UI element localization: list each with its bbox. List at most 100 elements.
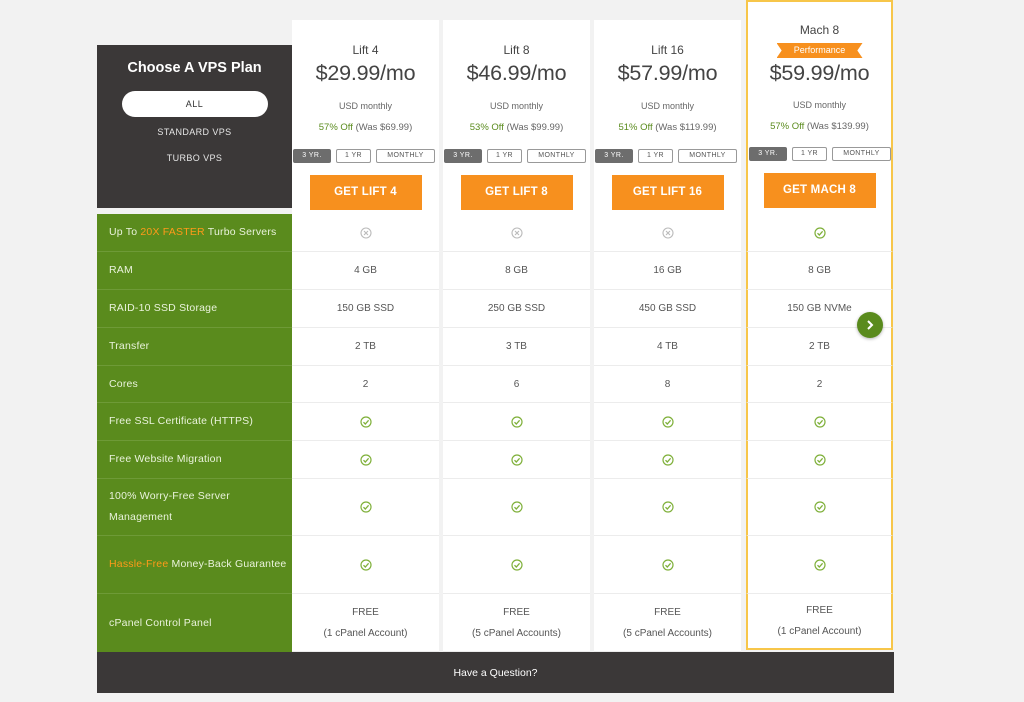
cell-text: 150 GB NVMe [787, 303, 852, 314]
term-1yr-button[interactable]: 1 YR [792, 147, 827, 161]
plan-price: $59.99/mo [769, 61, 870, 85]
get-plan-button[interactable]: GET LIFT 4 [309, 175, 422, 210]
get-plan-button[interactable]: GET LIFT 16 [611, 175, 724, 210]
plan-period: USD monthly [338, 101, 392, 111]
plan-card-lift-8: Lift 8 $46.99/mo USD monthly 53% Off (Wa… [443, 20, 590, 214]
filter-standard-vps[interactable]: STANDARD VPS [97, 127, 292, 137]
question-text[interactable]: Have a Question? [453, 667, 537, 679]
cell-text: 150 GB SSD [336, 303, 395, 314]
plan-value-cell: 16 GB [594, 252, 741, 290]
get-plan-button[interactable]: GET LIFT 8 [460, 175, 573, 210]
plan-value-cell: 8 GB [443, 252, 590, 290]
cell-text: 3 TB [506, 341, 527, 352]
check-icon [813, 558, 826, 571]
cell-text: 6 [513, 378, 520, 390]
cell-text: 8 GB [808, 265, 831, 276]
plan-value-cell: 4 GB [292, 252, 439, 290]
get-plan-button[interactable]: GET MACH 8 [763, 173, 876, 208]
feature-label: 100% Worry-Free Server Management [97, 479, 292, 536]
feature-label: RAM [97, 252, 292, 290]
feature-label: Hassle-Free Money-Back Guarantee [97, 536, 292, 594]
plan-chooser-header: Choose A VPS Plan ALL STANDARD VPS TURBO… [97, 45, 292, 208]
plan-value-cell [292, 479, 439, 536]
cell-text: 2 [816, 378, 823, 390]
plan-value-cell: 4 TB [594, 328, 741, 366]
check-icon [813, 453, 826, 466]
plan-value-cell [443, 214, 590, 252]
plan-value-cell [746, 403, 893, 441]
check-icon [359, 558, 372, 571]
feature-label: RAID-10 SSD Storage [97, 290, 292, 328]
plan-value-cell [594, 479, 741, 536]
term-3yr-button[interactable]: 3 YR. [444, 149, 482, 163]
plan-value-cell [443, 536, 590, 594]
next-arrow-button[interactable] [857, 312, 883, 338]
cell-text: FREE [654, 606, 681, 618]
plan-value-cell: 8 [594, 366, 741, 403]
cell-text: FREE [352, 606, 379, 618]
term-1yr-button[interactable]: 1 YR [487, 149, 522, 163]
check-icon [510, 558, 523, 571]
check-icon [813, 415, 826, 428]
term-3yr-button[interactable]: 3 YR. [595, 149, 633, 163]
check-icon [510, 415, 523, 428]
plan-value-cell: 3 TB [443, 328, 590, 366]
plan-name: Mach 8 [799, 23, 840, 37]
plan-value-cell: 2 [292, 366, 439, 403]
plan-name: Lift 16 [651, 43, 684, 57]
question-bar[interactable]: Have a Question? [97, 652, 894, 693]
feature-label: cPanel Control Panel [109, 616, 212, 629]
plan-discount: 57% Off (Was $69.99) [318, 122, 413, 133]
plan-value-cell: 8 GB [746, 252, 893, 290]
plan-value-cell: 2 TB [292, 328, 439, 366]
term-3yr-button[interactable]: 3 YR. [293, 149, 331, 163]
x-icon [359, 226, 372, 239]
feature-label: Cores [97, 366, 292, 403]
term-3yr-button[interactable]: 3 YR. [749, 147, 787, 161]
feature-column: Up To 20X FASTER Turbo Servers RAM RAID-10… [97, 214, 292, 652]
filter-all-button[interactable]: ALL [121, 91, 268, 117]
x-icon [661, 226, 674, 239]
cell-text: FREE [806, 605, 833, 616]
filter-turbo-vps[interactable]: TURBO VPS [97, 153, 292, 163]
cell-text: (5 cPanel Accounts) [623, 627, 712, 639]
cell-text: 450 GB SSD [638, 303, 697, 314]
plan-value-cell: 6 [443, 366, 590, 403]
term-monthly-button[interactable]: MONTHLY [832, 147, 891, 161]
term-monthly-button[interactable]: MONTHLY [527, 149, 586, 163]
plan-value-cell [594, 403, 741, 441]
cell-text: 8 GB [505, 265, 528, 276]
check-icon [510, 501, 523, 513]
plan-period: USD monthly [489, 101, 543, 111]
plan-price: $57.99/mo [617, 61, 718, 85]
plan-value-cell [443, 441, 590, 479]
term-selector: 3 YR. 1 YR MONTHLY [748, 147, 891, 161]
cell-text: 4 TB [657, 341, 678, 352]
plan-name: Lift 8 [503, 43, 530, 57]
feature-label: Free Website Migration [97, 441, 292, 479]
plan-value-cell [594, 214, 741, 252]
plan-name: Lift 4 [352, 43, 379, 57]
term-monthly-button[interactable]: MONTHLY [376, 149, 435, 163]
term-1yr-button[interactable]: 1 YR [336, 149, 371, 163]
cell-text: 2 [362, 378, 369, 390]
cell-text: 2 TB [355, 341, 376, 352]
plan-value-cell: 250 GB SSD [443, 290, 590, 328]
plan-value-cell: FREE (1 cPanel Account) [746, 594, 893, 650]
chevron-right-icon [867, 320, 874, 330]
check-icon [661, 501, 674, 513]
plan-value-cell: FREE (5 cPanel Accounts) [443, 594, 590, 652]
plan-value-cell [443, 479, 590, 536]
feature-label: Up To 20X FASTER Turbo Servers [97, 214, 292, 252]
check-icon [359, 415, 372, 428]
plan-price: $29.99/mo [315, 61, 416, 85]
plan-value-cell [292, 214, 439, 252]
cell-text: 4 GB [354, 265, 377, 276]
plan-value-cell [443, 403, 590, 441]
term-monthly-button[interactable]: MONTHLY [678, 149, 737, 163]
plan-value-cell [292, 403, 439, 441]
term-1yr-button[interactable]: 1 YR [638, 149, 673, 163]
term-selector: 3 YR. 1 YR MONTHLY [594, 149, 741, 163]
cell-text: (5 cPanel Accounts) [472, 627, 561, 639]
plan-value-cell: 450 GB SSD [594, 290, 741, 328]
